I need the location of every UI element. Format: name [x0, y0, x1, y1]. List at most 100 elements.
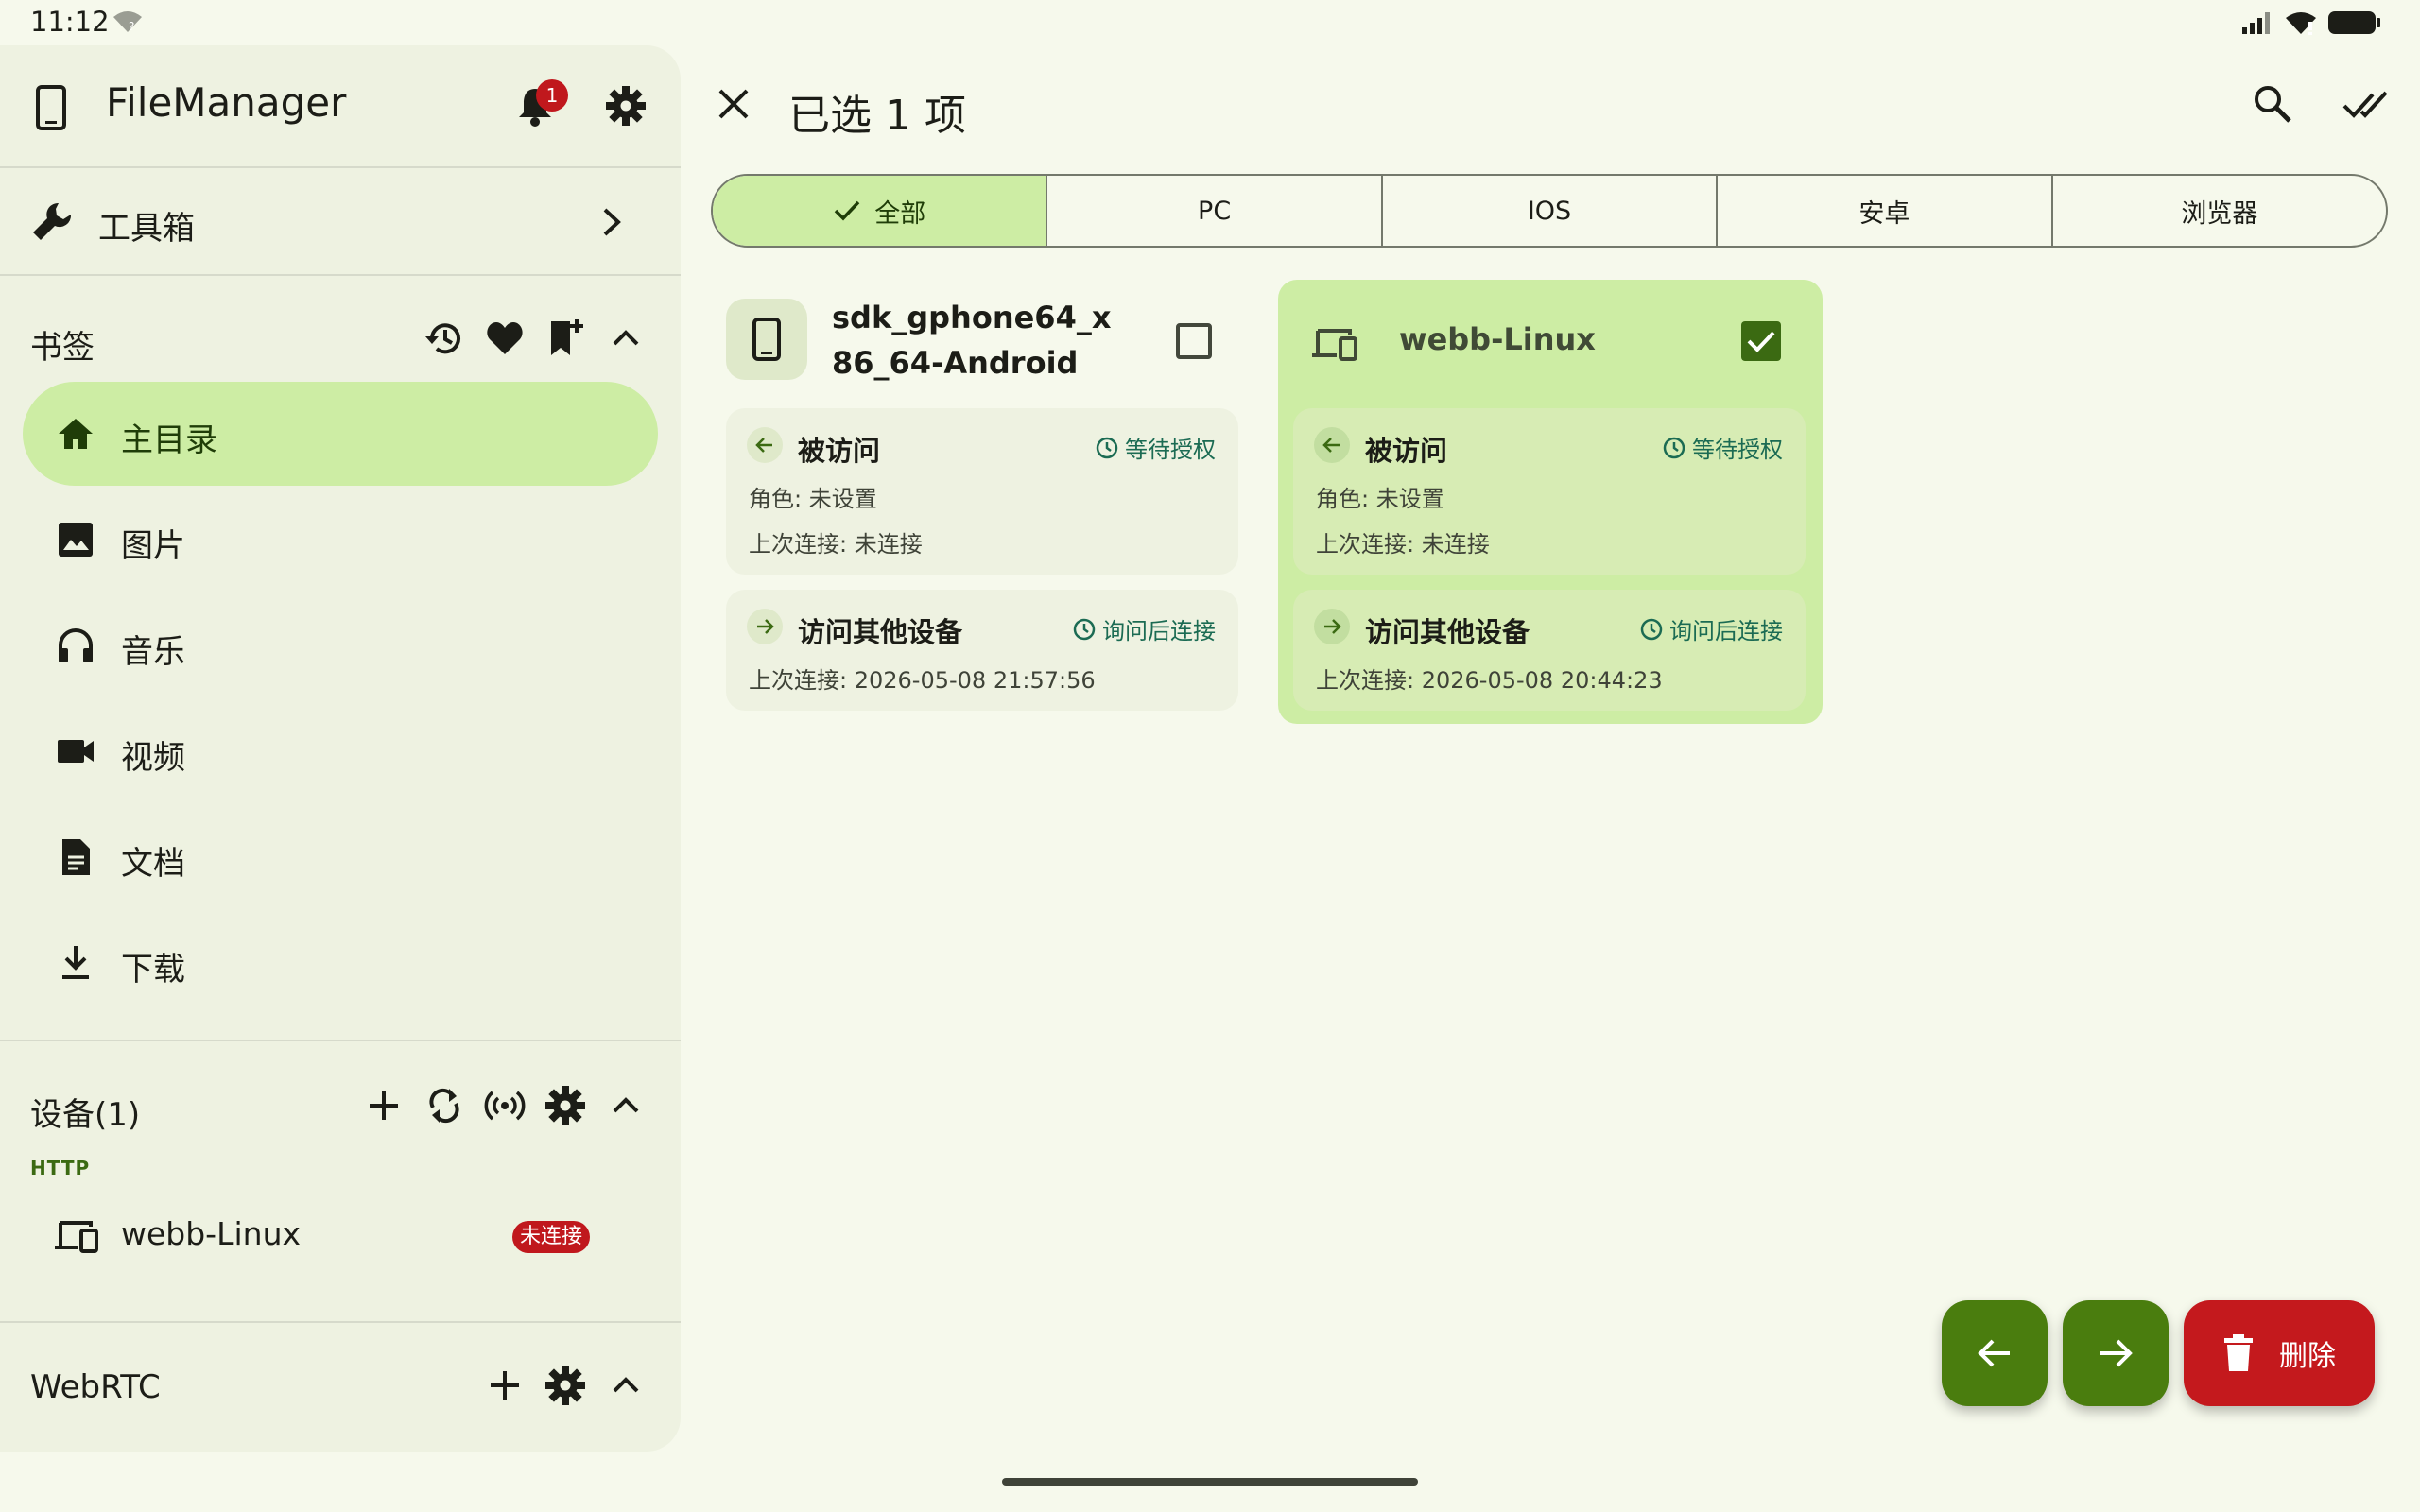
incoming-status: 等待授权 — [1095, 431, 1216, 464]
device-settings-gear-icon[interactable] — [544, 1085, 586, 1126]
device-select-checkbox[interactable] — [1176, 323, 1212, 359]
navigation-drawer: FileManager 1 工具箱 书签 主目录 图片 音乐 视频 文档 下载 … — [0, 45, 681, 1452]
arrow-left-icon — [1974, 1332, 2015, 1374]
devices-title: 设备(1) — [30, 1096, 141, 1134]
tab-pc[interactable]: PC — [1046, 176, 1380, 246]
nav-item-images[interactable]: 图片 — [23, 488, 658, 592]
tab-all[interactable]: 全部 — [713, 176, 1046, 246]
outgoing-status-text: 询问后连接 — [1102, 618, 1216, 644]
outgoing-status: 询问后连接 — [1072, 612, 1216, 645]
incoming-title: 被访问 — [1365, 435, 1448, 467]
videocam-icon — [55, 730, 96, 772]
http-section-label: HTTP — [30, 1157, 91, 1179]
image-icon — [55, 519, 96, 560]
notification-badge: 1 — [536, 79, 568, 112]
tab-label: PC — [1198, 196, 1232, 226]
role-text: 角色: 未设置 — [1316, 486, 1444, 512]
incoming-title: 被访问 — [798, 435, 881, 467]
chevron-right-icon — [597, 206, 626, 238]
previous-button[interactable] — [1942, 1300, 2048, 1406]
webrtc-title: WebRTC — [30, 1368, 161, 1406]
nav-item-downloads[interactable]: 下载 — [23, 911, 658, 1015]
divider — [0, 1040, 681, 1041]
bookmark-add-icon[interactable] — [544, 318, 586, 359]
nav-item-label: 图片 — [121, 527, 185, 565]
add-icon[interactable] — [363, 1085, 405, 1126]
delete-button[interactable]: 删除 — [2184, 1300, 2375, 1406]
tab-android[interactable]: 安卓 — [1716, 176, 2050, 246]
bookmarks-title: 书签 — [30, 329, 95, 367]
download-icon — [55, 942, 96, 984]
collapse-chevron-up-icon[interactable] — [605, 318, 647, 359]
favorite-heart-icon[interactable] — [484, 318, 526, 359]
device-status-badge: 未连接 — [511, 1221, 590, 1253]
history-icon[interactable] — [424, 318, 465, 359]
headphones-icon — [55, 625, 96, 666]
device-card-title: sdk_gphone64_x86_64-Android — [832, 300, 1112, 381]
outgoing-title: 访问其他设备 — [798, 616, 963, 648]
incoming-access-panel[interactable]: 被访问 等待授权 角色: 未设置 上次连接: 未连接 — [1293, 408, 1806, 575]
wrench-icon — [30, 200, 74, 244]
outgoing-status: 询问后连接 — [1639, 612, 1783, 645]
device-type-filter: 全部 PC IOS 安卓 浏览器 — [711, 174, 2388, 248]
gesture-home-indicator[interactable] — [1002, 1478, 1418, 1486]
status-icons — [2240, 9, 2382, 36]
clock-icon — [1095, 436, 1119, 460]
tab-label: 安卓 — [1858, 198, 1910, 229]
close-selection-icon[interactable] — [715, 85, 752, 123]
nav-item-label: 视频 — [121, 739, 185, 777]
settings-gear-icon[interactable] — [605, 85, 647, 127]
select-all-double-check-icon[interactable] — [2342, 83, 2390, 125]
tab-label: 浏览器 — [2181, 198, 2258, 229]
document-icon — [55, 836, 96, 878]
search-icon[interactable] — [2252, 83, 2293, 125]
incoming-status: 等待授权 — [1662, 431, 1783, 464]
nav-item-documents[interactable]: 文档 — [23, 805, 658, 909]
outgoing-access-panel[interactable]: 访问其他设备 询问后连接 上次连接: 2026-05-08 20:44:23 — [1293, 590, 1806, 711]
collapse-chevron-up-icon[interactable] — [605, 1365, 647, 1406]
nav-item-label: 音乐 — [121, 633, 185, 671]
divider — [0, 274, 681, 276]
nav-item-label: 主目录 — [121, 421, 217, 459]
sync-icon[interactable] — [424, 1085, 465, 1126]
devices-icon — [53, 1217, 98, 1255]
app-title: FileManager — [106, 79, 347, 126]
next-button[interactable] — [2063, 1300, 2169, 1406]
incoming-access-panel[interactable]: 被访问 等待授权 角色: 未设置 上次连接: 未连接 — [726, 408, 1238, 575]
bookmarks-header: 书签 — [0, 297, 681, 382]
divider — [0, 1321, 681, 1323]
nav-item-label: 下载 — [121, 951, 185, 988]
collapse-chevron-up-icon[interactable] — [605, 1085, 647, 1126]
tab-browser[interactable]: 浏览器 — [2050, 176, 2386, 246]
tab-label: 全部 — [874, 198, 926, 229]
nav-item-video[interactable]: 视频 — [23, 699, 658, 803]
wifi-question-icon: ? — [112, 9, 144, 34]
drawer-header: FileManager 1 — [0, 45, 681, 166]
arrow-right-icon — [2095, 1332, 2136, 1374]
device-card-selected[interactable]: webb-Linux 被访问 等待授权 角色: 未设置 上次连接: 未连接 访问… — [1278, 280, 1823, 724]
device-card-title: webb-Linux — [1399, 321, 1596, 357]
outgoing-access-panel[interactable]: 访问其他设备 询问后连接 上次连接: 2026-05-08 21:57:56 — [726, 590, 1238, 711]
add-icon[interactable] — [484, 1365, 526, 1406]
last-connection-text: 上次连接: 2026-05-08 21:57:56 — [749, 667, 1096, 694]
svg-text:?: ? — [129, 20, 134, 33]
device-select-checkbox-checked[interactable] — [1741, 321, 1781, 361]
smartphone-icon — [34, 85, 68, 130]
last-connection-text: 上次连接: 未连接 — [749, 531, 923, 558]
webrtc-settings-gear-icon[interactable] — [544, 1365, 586, 1406]
status-bar: 11:12 ? — [0, 0, 2420, 43]
clock-icon — [1072, 617, 1097, 642]
signal-icon — [2240, 10, 2274, 35]
status-time: 11:12 — [30, 6, 110, 38]
devices-header: 设备(1) — [0, 1064, 681, 1149]
nav-item-home[interactable]: 主目录 — [23, 382, 658, 486]
delete-label: 删除 — [2279, 1340, 2336, 1373]
tab-ios[interactable]: IOS — [1380, 176, 1716, 246]
outgoing-title: 访问其他设备 — [1365, 616, 1530, 648]
broadcast-icon[interactable] — [484, 1085, 526, 1126]
selection-count-title: 已选 1 项 — [788, 92, 966, 140]
webrtc-header: WebRTC — [0, 1344, 681, 1429]
device-list-item[interactable]: webb-Linux 未连接 — [23, 1189, 658, 1283]
toolbox-row[interactable]: 工具箱 — [0, 168, 681, 276]
nav-item-music[interactable]: 音乐 — [23, 593, 658, 697]
